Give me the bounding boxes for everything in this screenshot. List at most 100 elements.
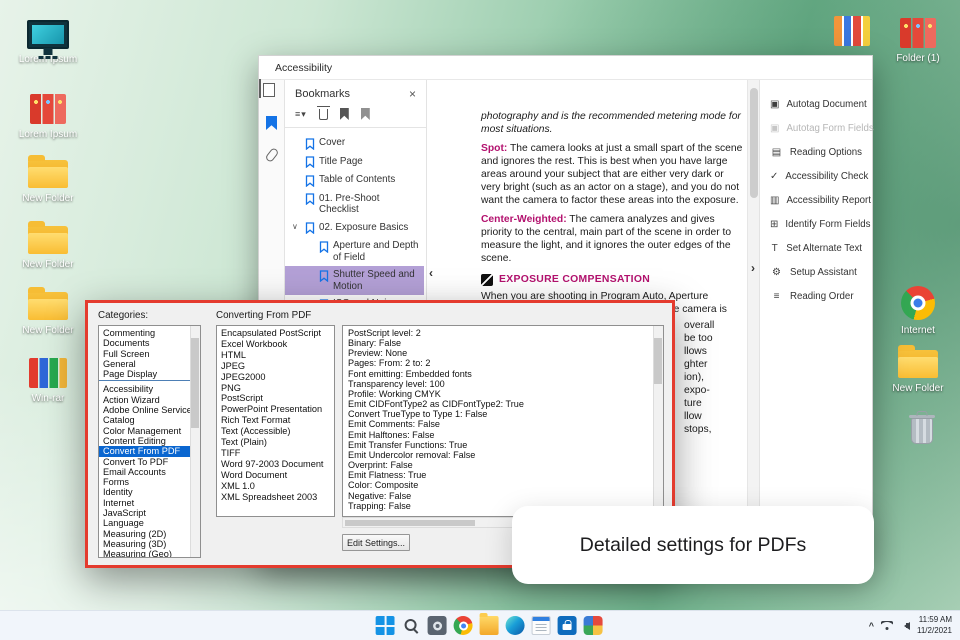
category-item[interactable]: Color Management xyxy=(99,426,200,436)
accessibility-tool-item[interactable]: ✓ Accessibility Check xyxy=(760,164,872,188)
category-item[interactable]: Convert To PDF xyxy=(99,457,200,467)
category-item[interactable]: Full Screen xyxy=(99,349,200,359)
category-item[interactable]: Forms xyxy=(99,477,200,487)
collapse-right-icon[interactable]: › xyxy=(751,261,755,275)
format-item[interactable]: Text (Plain) xyxy=(221,437,330,448)
bookmark-item[interactable]: ∨ Title Page xyxy=(285,153,424,172)
taskbar-app-icon[interactable] xyxy=(531,616,551,635)
taskbar-app-icon[interactable] xyxy=(375,616,395,635)
attachments-icon[interactable] xyxy=(264,147,279,163)
desktop-icon[interactable]: Folder (1) xyxy=(884,18,952,65)
format-item[interactable]: Excel Workbook xyxy=(221,339,330,350)
settings-hscrollbar-thumb[interactable] xyxy=(345,520,475,526)
settings-scrollbar-thumb[interactable] xyxy=(654,338,662,384)
close-icon[interactable]: × xyxy=(409,88,416,100)
accessibility-tool-item[interactable]: ▣ Autotag Document xyxy=(760,92,872,116)
desktop-icon[interactable]: Win-rar xyxy=(14,358,82,405)
bookmark-options-icon[interactable]: ≡▾ xyxy=(295,109,307,120)
category-item[interactable]: Page Display xyxy=(99,369,200,382)
accessibility-tool-item[interactable]: ▤ Reading Options xyxy=(760,140,872,164)
desktop-icon[interactable]: New Folder xyxy=(14,155,82,205)
formats-list[interactable]: Encapsulated PostScript Excel Workbook H… xyxy=(216,325,335,517)
category-item[interactable]: Adobe Online Services xyxy=(99,405,200,415)
new-bookmark-icon[interactable] xyxy=(339,108,349,120)
desktop-icon-art xyxy=(900,18,936,48)
category-item[interactable]: Email Accounts xyxy=(99,467,200,477)
format-item[interactable]: TIFF xyxy=(221,448,330,459)
chevron-down-icon[interactable]: ∨ xyxy=(292,221,298,233)
desktop-icon[interactable]: Lorem Ipsum xyxy=(14,20,82,66)
taskbar-app-icon[interactable] xyxy=(402,616,421,635)
category-item[interactable]: JavaScript xyxy=(99,508,200,518)
window-titlebar[interactable]: Accessibility xyxy=(259,56,872,80)
category-item[interactable]: Action Wizard xyxy=(99,395,200,405)
format-item[interactable]: Word 97-2003 Document xyxy=(221,459,330,470)
tray-chevron-icon[interactable]: ^ xyxy=(869,621,874,631)
taskbar-app-icon[interactable] xyxy=(557,616,577,635)
desktop-icon[interactable]: New Folder xyxy=(14,221,82,271)
volume-icon[interactable] xyxy=(900,621,910,630)
format-item[interactable]: HTML xyxy=(221,350,330,361)
edit-settings-button[interactable]: Edit Settings... xyxy=(342,534,410,551)
format-item[interactable]: Encapsulated PostScript xyxy=(221,328,330,339)
accessibility-tool-item[interactable]: ⊞ Identify Form Fields xyxy=(760,212,872,236)
page-thumbnails-icon[interactable] xyxy=(259,79,261,98)
format-item[interactable]: PostScript xyxy=(221,393,330,404)
desktop-icon[interactable] xyxy=(818,16,886,52)
desktop-icon[interactable]: Lorem Ipsum xyxy=(14,94,82,141)
category-item[interactable]: Language xyxy=(99,518,200,528)
category-item[interactable]: Documents xyxy=(99,338,200,348)
settings-list[interactable]: PostScript level: 2 Binary: False Previe… xyxy=(342,325,664,517)
collapse-left-icon[interactable]: ‹ xyxy=(429,266,433,280)
bookmark-item[interactable]: ∨ Shutter Speed and Motion xyxy=(285,266,424,295)
format-item[interactable]: Text (Accessible) xyxy=(221,426,330,437)
category-item[interactable]: Commenting xyxy=(99,328,200,338)
accessibility-tool-item[interactable]: ▥ Accessibility Report xyxy=(760,188,872,212)
format-item[interactable]: JPEG2000 xyxy=(221,372,330,383)
categories-scrollbar-thumb[interactable] xyxy=(191,338,199,428)
delete-bookmark-icon[interactable] xyxy=(316,105,330,120)
category-item[interactable]: Catalog xyxy=(99,415,200,425)
category-item[interactable]: Identity xyxy=(99,487,200,497)
category-item[interactable]: Measuring (2D) xyxy=(99,529,200,539)
bookmark-item[interactable]: ∨ 02. Exposure Basics xyxy=(285,219,424,238)
category-item[interactable]: Convert From PDF xyxy=(99,446,200,457)
clock[interactable]: 11:59 AM 11/2/2021 xyxy=(917,615,952,636)
document-scrollbar[interactable] xyxy=(747,80,759,564)
accessibility-tool-item[interactable]: ≡ Reading Order xyxy=(760,284,872,308)
taskbar-app-icon[interactable] xyxy=(453,616,473,635)
bookmark-item[interactable]: ∨ Aperture and Depth of Field xyxy=(285,237,424,266)
desktop-icon[interactable]: New Folder xyxy=(14,287,82,337)
category-item[interactable]: Measuring (Geo) xyxy=(99,549,200,557)
export-bookmark-icon[interactable] xyxy=(360,108,370,120)
bookmark-item[interactable]: ∨ Cover xyxy=(285,134,424,153)
format-item[interactable]: Word Document xyxy=(221,470,330,481)
accessibility-tool-item[interactable]: ▣ Autotag Form Fields xyxy=(760,116,874,140)
taskbar-app-icon[interactable] xyxy=(583,616,603,635)
format-item[interactable]: JPEG xyxy=(221,361,330,372)
format-item[interactable]: XML 1.0 xyxy=(221,481,330,492)
format-item[interactable]: Rich Text Format xyxy=(221,415,330,426)
format-item[interactable]: PowerPoint Presentation xyxy=(221,404,330,415)
wifi-icon[interactable] xyxy=(881,621,893,630)
accessibility-tool-item[interactable]: T Set Alternate Text xyxy=(760,236,872,260)
accessibility-tool-item[interactable]: ⚙ Setup Assistant xyxy=(760,260,872,284)
format-item[interactable]: XML Spreadsheet 2003 xyxy=(221,492,330,503)
bookmark-item[interactable]: ∨ Table of Contents xyxy=(285,171,424,190)
desktop-icon[interactable]: Internet xyxy=(884,286,952,337)
desktop-icon[interactable] xyxy=(888,415,956,450)
taskbar-app-icon[interactable] xyxy=(505,616,525,635)
categories-list[interactable]: Commenting Documents Full Screen General… xyxy=(98,325,201,558)
category-item[interactable]: General xyxy=(99,359,200,369)
bookmark-item[interactable]: ∨ 01. Pre-Shoot Checklist xyxy=(285,190,424,219)
category-item[interactable]: Internet xyxy=(99,498,200,508)
format-item[interactable]: PNG xyxy=(221,383,330,394)
category-item[interactable]: Accessibility xyxy=(99,384,200,394)
scrollbar-thumb[interactable] xyxy=(750,88,758,198)
taskbar-app-icon[interactable] xyxy=(479,613,499,635)
taskbar-app-icon[interactable] xyxy=(427,616,447,635)
bookmarks-panel-icon[interactable] xyxy=(266,116,277,130)
category-item[interactable]: Measuring (3D) xyxy=(99,539,200,549)
category-item[interactable]: Content Editing xyxy=(99,436,200,446)
desktop-icon[interactable]: New Folder xyxy=(884,345,952,395)
